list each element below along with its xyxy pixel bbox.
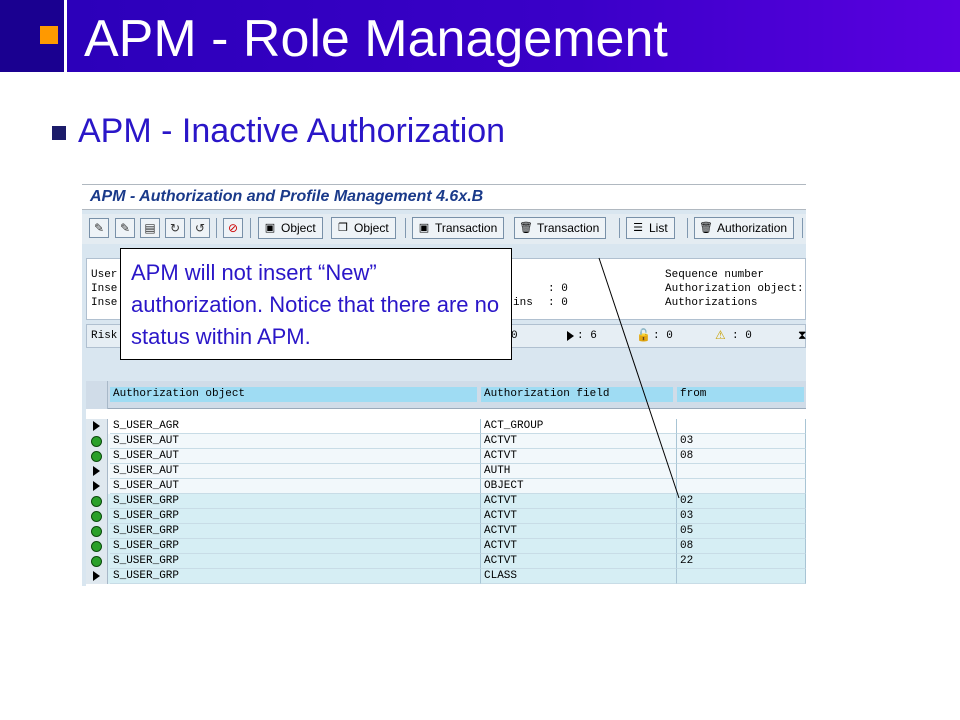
callout-pointer-line <box>598 257 680 499</box>
callout-text: APM will not insert “New” authorization.… <box>131 260 500 349</box>
callout-box: APM will not insert “New” authorization.… <box>120 248 512 360</box>
